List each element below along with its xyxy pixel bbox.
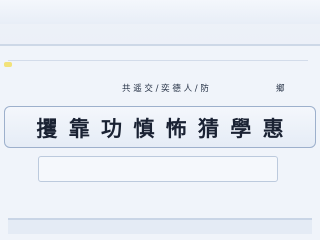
page-title: 攫 靠 功 慎 怖 猜 學 惠 [36,117,286,141]
corner-label: 鄉 [276,84,285,94]
divider [8,60,308,61]
bottom-bar [8,218,312,234]
header-row: 共 遥 交 / 奕 德 人 / 防 鄉 [0,78,320,98]
app-screen: 共 遥 交 / 奕 德 人 / 防 鄉 攫 靠 功 慎 怖 猜 學 惠 [0,0,320,240]
title-banner: 攫 靠 功 慎 怖 猜 學 惠 [4,106,316,148]
text-input[interactable] [38,156,278,182]
top-edge [0,0,320,24]
status-indicator [4,62,12,67]
subtitle-text: 共 遥 交 / 奕 德 人 / 防 [122,84,209,94]
